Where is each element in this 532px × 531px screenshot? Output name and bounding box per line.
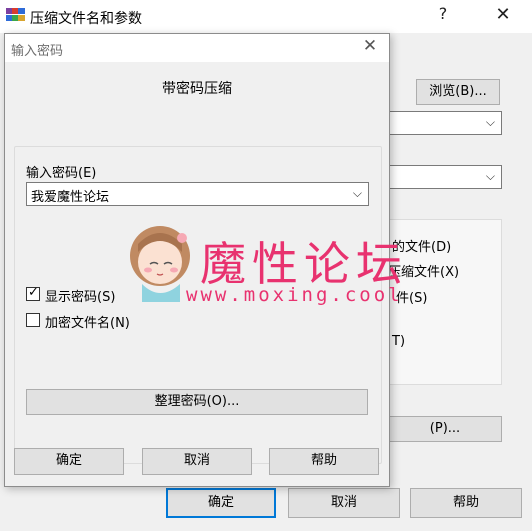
- dialog-heading: 带密码压缩: [162, 81, 232, 97]
- show-password-checkbox[interactable]: ✓: [26, 285, 40, 301]
- check-icon: ✓: [28, 285, 39, 300]
- browse-button[interactable]: 浏览(B)...: [416, 79, 500, 105]
- chevron-down-icon: ⌵: [485, 115, 495, 129]
- watermark-url: www.moxing.cool: [186, 284, 403, 306]
- chevron-down-icon[interactable]: ⌵: [353, 186, 362, 201]
- set-password-button[interactable]: (P)...: [388, 416, 502, 442]
- password-input[interactable]: 我爱魔性论坛 ⌵: [26, 182, 369, 206]
- dialog-title: 输入密码: [11, 44, 64, 59]
- parent-window-title: 压缩文件名和参数: [30, 11, 142, 27]
- organize-passwords-button[interactable]: 整理密码(O)...: [26, 389, 368, 415]
- password-value: 我爱魔性论坛: [31, 190, 110, 205]
- chevron-down-icon: ⌵: [485, 169, 495, 183]
- password-label: 输入密码(E): [26, 166, 97, 181]
- help-button[interactable]: 帮助: [269, 448, 379, 475]
- update-mode-combo[interactable]: ⌵: [388, 165, 502, 189]
- help-icon[interactable]: ?: [428, 4, 458, 28]
- ok-button[interactable]: 确定: [14, 448, 124, 475]
- cancel-button[interactable]: 取消: [142, 448, 252, 475]
- encrypt-filenames-label[interactable]: 加密文件名(N): [45, 312, 130, 331]
- encrypt-filenames-checkbox[interactable]: [26, 313, 40, 327]
- winrar-app-icon: [6, 8, 25, 24]
- show-password-label[interactable]: 显示密码(S): [45, 286, 115, 305]
- parent-cancel-button[interactable]: 取消: [288, 488, 400, 518]
- dialog-close-icon[interactable]: ✕: [357, 36, 383, 60]
- parent-ok-button[interactable]: 确定: [166, 488, 276, 518]
- close-icon[interactable]: ✕: [488, 4, 518, 28]
- archive-name-combo[interactable]: ⌵: [388, 111, 502, 135]
- option-test[interactable]: T): [392, 334, 405, 349]
- parent-help-button[interactable]: 帮助: [410, 488, 522, 518]
